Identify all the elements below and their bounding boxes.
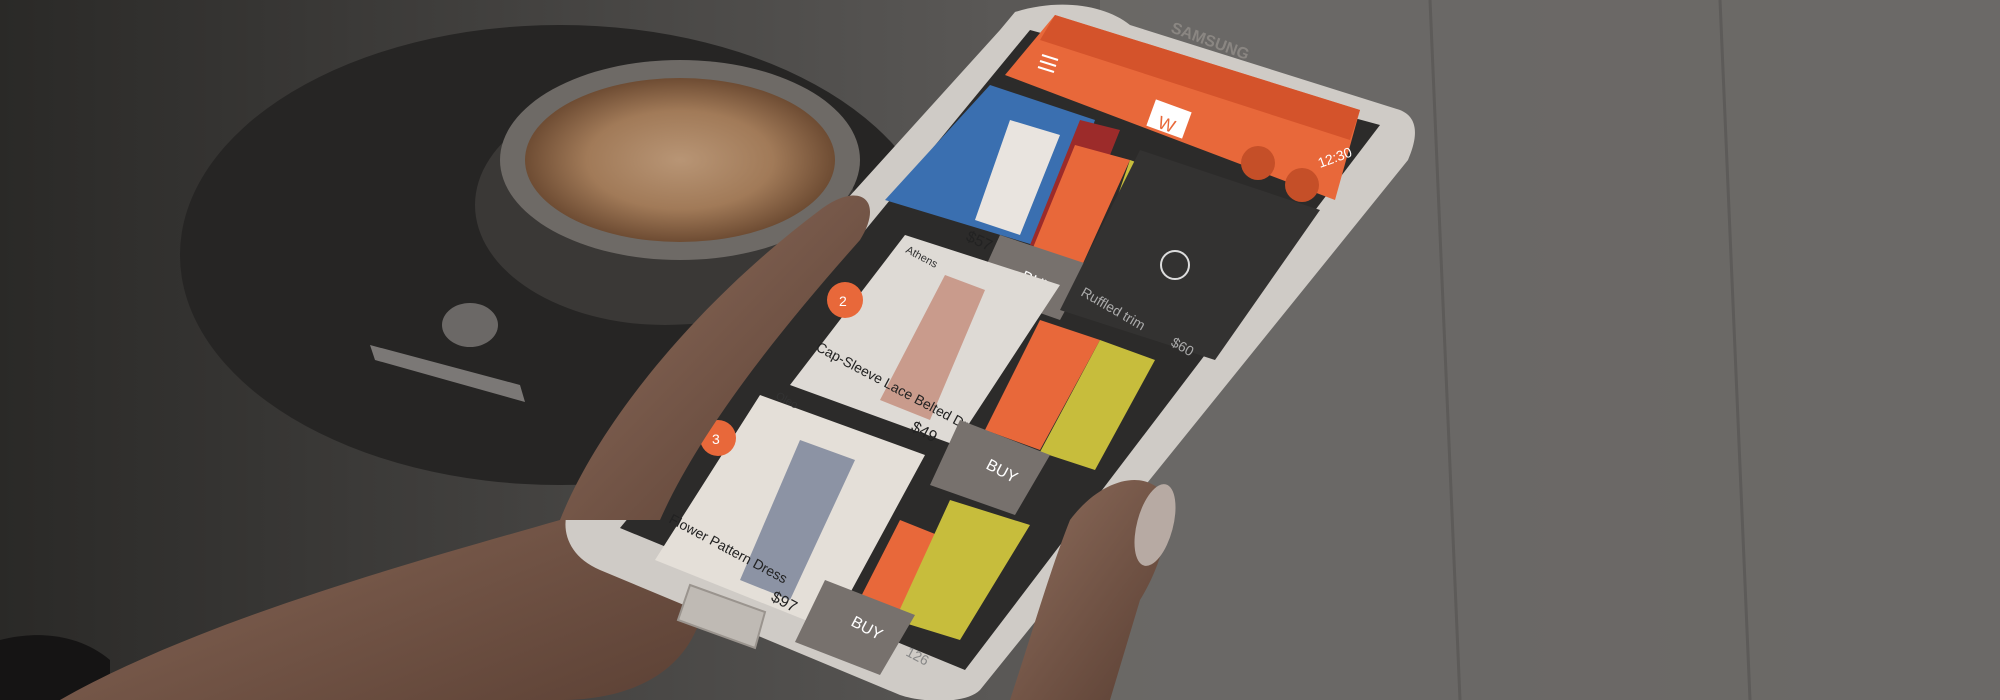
scene-svg: 12:30 W $57 BUY Ruf	[0, 0, 2000, 700]
rank-label: 3	[712, 431, 720, 447]
spoon-bowl	[442, 303, 498, 347]
search-icon[interactable]	[1285, 168, 1319, 202]
photo-scene: 12:30 W $57 BUY Ruf	[0, 0, 2000, 700]
rank-label: 2	[839, 293, 847, 309]
filter-icon[interactable]	[1241, 146, 1275, 180]
